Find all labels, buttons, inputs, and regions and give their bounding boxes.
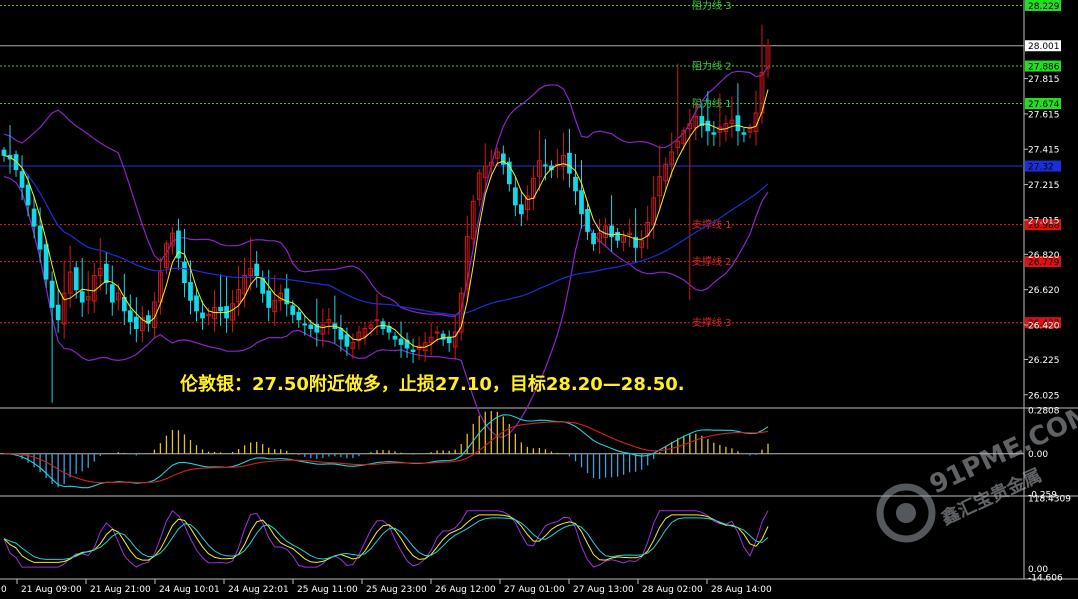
- level-tag: 28.229: [1028, 2, 1060, 12]
- time-axis-first-label: 0: [1, 585, 7, 595]
- level-tag: 27.32: [1028, 163, 1054, 173]
- candle-body: [344, 334, 350, 347]
- candle-body: [296, 311, 302, 321]
- candle-body: [290, 305, 296, 315]
- candle-body: [735, 115, 741, 132]
- price-tick-label: 26.225: [1028, 356, 1060, 366]
- price-tick-label: 27.815: [1028, 75, 1060, 85]
- time-tick-label: 28 Aug 14:00: [711, 585, 772, 595]
- candle-body: [188, 282, 193, 301]
- candle-body: [49, 280, 55, 308]
- candle-body: [518, 204, 524, 215]
- candle-body: [25, 184, 31, 206]
- price-tick-label: 26.820: [1028, 251, 1060, 261]
- level-label: 支撑线 1: [692, 218, 732, 231]
- price-tick-label: 26.420: [1028, 321, 1060, 331]
- candle-body: [127, 310, 133, 322]
- time-tick-label: 21 Aug 21:00: [90, 585, 151, 595]
- candle-body: [302, 323, 308, 326]
- candle-body: [73, 267, 79, 291]
- time-tick-label: 28 Aug 02:00: [642, 585, 703, 595]
- watermark-logo-center: [896, 503, 916, 523]
- price-tick-label: 27.415: [1028, 146, 1060, 156]
- candle-body: [410, 349, 416, 352]
- level-tag: 27.674: [1028, 100, 1060, 110]
- oscillator-axis-label: 118.4309: [1028, 495, 1071, 505]
- price-chart: 阻力线 3 28.229阻力线 2 27.886阻力线 1 27.67427.32支撑…: [0, 0, 1078, 599]
- level-label: 支撑线 3: [692, 316, 732, 329]
- time-tick-label: 25 Aug 11:00: [297, 585, 358, 595]
- candle-body: [182, 261, 187, 284]
- level-label: 支撑线 2: [692, 255, 732, 268]
- candle-body: [194, 295, 199, 312]
- candle-body: [591, 232, 596, 245]
- candle-body: [103, 263, 109, 284]
- time-tick-label: 27 Aug 13:00: [573, 585, 634, 595]
- time-tick-label: 24 Aug 10:01: [159, 585, 220, 595]
- candle-body: [573, 176, 578, 192]
- trade-annotation: 伦敦银：27.50附近做多，止损27.10，目标28.20—28.50.: [180, 373, 685, 395]
- candle-body: [398, 338, 404, 345]
- price-tick-label: 27.015: [1028, 216, 1060, 226]
- time-tick-label: 21 Aug 09:00: [21, 585, 82, 595]
- candle-body: [512, 187, 518, 206]
- candle-body: [19, 171, 25, 188]
- candle-body: [43, 244, 49, 280]
- candle-body: [254, 263, 260, 277]
- candle-body: [741, 132, 747, 135]
- candle-body: [109, 284, 115, 303]
- candle-body: [392, 335, 398, 340]
- candle-body: [1, 149, 7, 156]
- level-tag: 27.886: [1028, 63, 1060, 73]
- candle-body: [55, 304, 61, 321]
- time-tick-label: 27 Aug 01:00: [504, 585, 565, 595]
- candle-body: [200, 312, 205, 319]
- candle-body: [585, 208, 590, 232]
- price-tick-label: 26.025: [1028, 391, 1060, 401]
- candle-body: [31, 208, 37, 227]
- price-tick-label: 27.615: [1028, 110, 1060, 120]
- candle-body: [133, 316, 139, 330]
- level-label: 阻力线 2: [692, 60, 732, 73]
- candle-body: [37, 225, 43, 250]
- candle-body: [711, 132, 717, 135]
- candle-body: [567, 152, 572, 174]
- candle-body: [579, 190, 584, 215]
- candle-body: [79, 291, 85, 303]
- price-tick-label: 27.215: [1028, 181, 1060, 191]
- time-tick-label: 24 Aug 22:01: [228, 585, 289, 595]
- time-tick-label: 25 Aug 23:00: [366, 585, 427, 595]
- candle-body: [705, 120, 711, 132]
- candle-body: [338, 328, 344, 340]
- candle-body: [543, 164, 548, 167]
- price-tick-label: 26.620: [1028, 286, 1060, 296]
- oscillator-axis-label: -14.606: [1028, 574, 1063, 584]
- time-tick-label: 26 Aug 12:00: [435, 585, 496, 595]
- level-label: 阻力线 3: [692, 0, 732, 12]
- candle-body: [266, 290, 272, 308]
- candle-body: [308, 324, 314, 330]
- current-price-tag: 28.001: [1028, 42, 1060, 52]
- candle-body: [218, 306, 223, 312]
